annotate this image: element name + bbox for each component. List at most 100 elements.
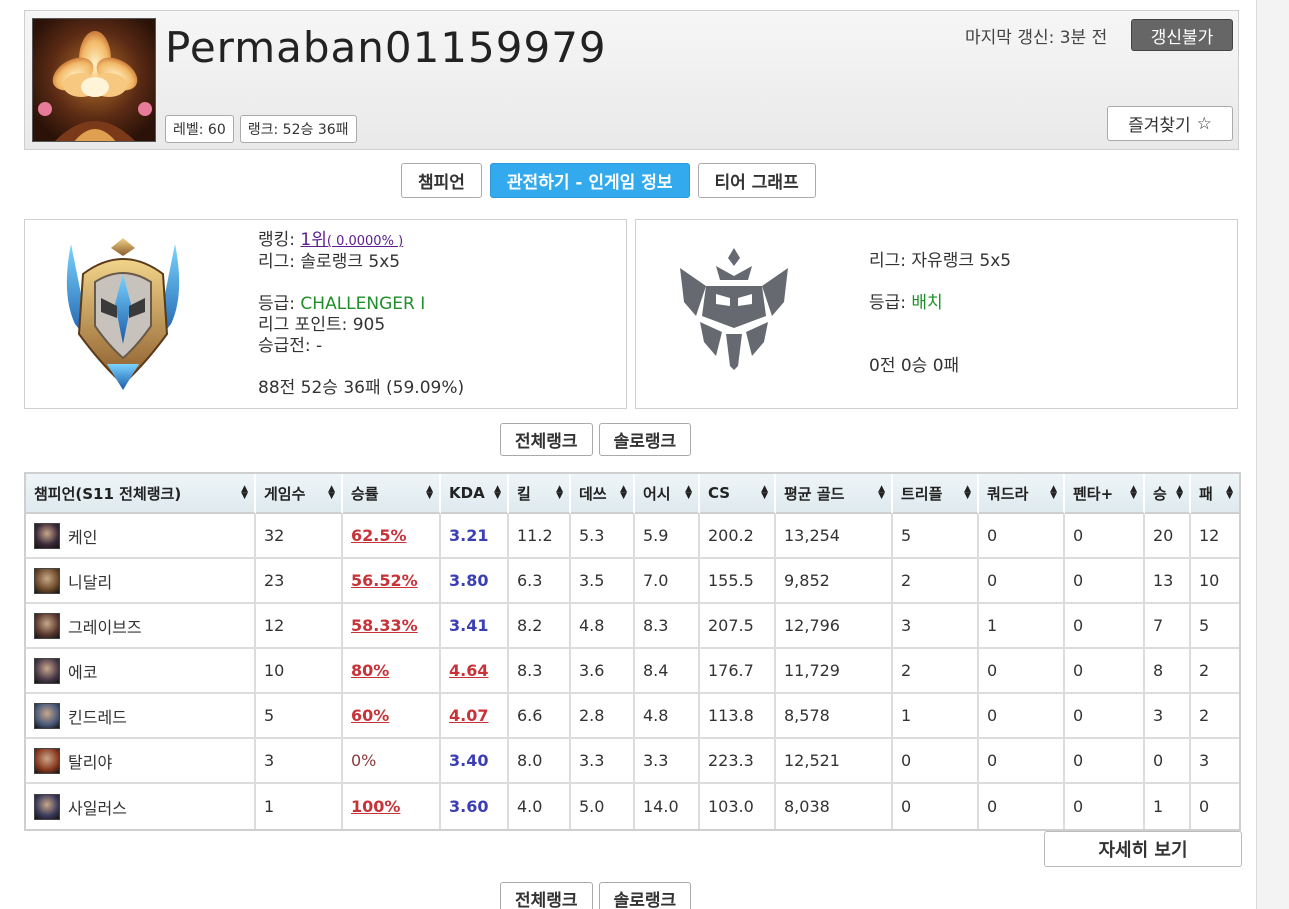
cell-winrate: 100%: [343, 784, 441, 829]
table-row[interactable]: 에코 10 80% 4.64 8.3 3.6 8.4 176.7 11,729 2 0 0 8 2: [26, 649, 1239, 694]
penta-value: 0: [1073, 706, 1084, 725]
flex-rank-panel: 리그: 자유랭크 5x5 등급: 배치 0전 0승 0패: [635, 219, 1238, 409]
all-rank-button-bottom[interactable]: 전체랭크: [500, 882, 593, 909]
header-col-games[interactable]: 게임수 ▲ ▼: [256, 474, 343, 514]
champion-stats-table: 챔피언(S11 전체랭크) ▲ ▼ 게임수 ▲ ▼ 승률 ▲ ▼ KDA ▲ ▼ 킬 ▲ ▼ 데쓰 ▲ ▼ 어시 ▲ ▼…: [24, 472, 1241, 831]
ranking-link[interactable]: 1위: [300, 230, 326, 250]
cell-games: 23: [256, 559, 343, 604]
cell-kda: 3.60: [441, 784, 509, 829]
table-row[interactable]: 킨드레드 5 60% 4.07 6.6 2.8 4.8 113.8 8,578 1 0 0 3 2: [26, 694, 1239, 739]
cell-cs: 207.5: [700, 604, 776, 649]
summoner-name: Permaban01159979: [165, 23, 607, 72]
favorite-button[interactable]: 즐겨찾기 ☆: [1107, 106, 1233, 141]
header-col-penta[interactable]: 펜타+ ▲ ▼: [1065, 474, 1145, 514]
header-col-assists[interactable]: 어시 ▲ ▼: [635, 474, 700, 514]
cell-champion: 탈리야: [26, 739, 256, 784]
table-row[interactable]: 탈리야 3 0% 3.40 8.0 3.3 3.3 223.3 12,521 0 0 0 0 3: [26, 739, 1239, 784]
sort-arrows-icon: ▲ ▼: [1050, 484, 1057, 501]
kda-value: 3.80: [449, 571, 489, 590]
assists-value: 8.3: [643, 616, 669, 635]
champion-portrait-icon: [34, 612, 60, 639]
scrollbar-track[interactable]: [1256, 0, 1289, 909]
quadra-value: 0: [987, 526, 998, 545]
header-col-winrate[interactable]: 승률 ▲ ▼: [343, 474, 441, 514]
cell-wins: 3: [1145, 694, 1191, 739]
league-text: 리그: 솔로랭크 5x5: [258, 252, 401, 272]
header-label: 승률: [351, 484, 379, 503]
table-row[interactable]: 그레이브즈 12 58.33% 3.41 8.2 4.8 8.3 207.5 12,796 3 1 0…: [26, 604, 1239, 649]
header-col-triple[interactable]: 트리플 ▲ ▼: [893, 474, 979, 514]
deaths-value: 5.0: [579, 797, 605, 816]
header-col-cs[interactable]: CS ▲ ▼: [700, 474, 776, 514]
page: Permaban01159979 레벨: 60 랭크: 52승 36패 마지막 …: [0, 0, 1289, 909]
header-col-losses[interactable]: 패 ▲ ▼: [1191, 474, 1239, 514]
all-rank-button[interactable]: 전체랭크: [500, 423, 593, 456]
profile-icon: [32, 18, 156, 142]
table-row[interactable]: 사일러스 1 100% 3.60 4.0 5.0 14.0 103.0 8,038 0 0 0 1 0: [26, 784, 1239, 829]
cell-wins: 1: [1145, 784, 1191, 829]
header-col-gold[interactable]: 평균 골드 ▲ ▼: [776, 474, 893, 514]
cell-losses: 5: [1191, 604, 1239, 649]
header-col-deaths[interactable]: 데쓰 ▲ ▼: [571, 474, 635, 514]
cell-quadra: 1: [979, 604, 1065, 649]
cell-champion: 사일러스: [26, 784, 256, 829]
cell-games: 1: [256, 784, 343, 829]
kda-value: 4.64: [449, 661, 489, 680]
gold-value: 8,038: [784, 797, 830, 816]
cell-winrate: 58.33%: [343, 604, 441, 649]
cell-games: 10: [256, 649, 343, 694]
header-col-kda[interactable]: KDA ▲ ▼: [441, 474, 509, 514]
kills-value: 4.0: [517, 797, 543, 816]
cs-value: 223.3: [708, 751, 754, 770]
cell-quadra: 0: [979, 784, 1065, 829]
sort-arrows-icon: ▲ ▼: [878, 484, 885, 501]
solo-rank-button[interactable]: 솔로랭크: [598, 423, 692, 456]
champion-portrait-icon: [34, 657, 60, 684]
last-update-text: 마지막 갱신: 3분 전: [965, 28, 1108, 48]
sort-arrows-icon: ▲ ▼: [426, 484, 433, 501]
header-col-quadra[interactable]: 쿼드라 ▲ ▼: [979, 474, 1065, 514]
champion-cell: 에코: [34, 657, 246, 684]
view-details-button[interactable]: 자세히 보기: [1044, 831, 1242, 867]
cell-penta: 0: [1065, 604, 1145, 649]
header-col-champion[interactable]: 챔피언(S11 전체랭크) ▲ ▼: [26, 474, 256, 514]
flex-league-text: 리그: 자유랭크 5x5: [869, 251, 1012, 271]
cell-deaths: 5.3: [571, 514, 635, 559]
cell-kills: 8.0: [509, 739, 571, 784]
assists-value: 5.9: [643, 526, 669, 545]
solo-rank-button-bottom[interactable]: 솔로랭크: [598, 882, 692, 909]
wins-value: 1: [1153, 797, 1164, 816]
refresh-button[interactable]: 갱신불가: [1131, 19, 1233, 51]
cell-gold: 9,852: [776, 559, 893, 604]
cell-cs: 200.2: [700, 514, 776, 559]
sort-arrows-icon: ▲ ▼: [1176, 484, 1183, 501]
cell-gold: 8,578: [776, 694, 893, 739]
solo-rank-info: 랭킹: 1위( 0.0000% ) 리그: 솔로랭크 5x5 등급: CHALL…: [258, 230, 464, 399]
tab-spectate-ingame[interactable]: 관전하기 - 인게임 정보: [489, 163, 690, 198]
cell-winrate: 0%: [343, 739, 441, 784]
cell-assists: 5.9: [635, 514, 700, 559]
gold-value: 9,852: [784, 571, 830, 590]
header-label: 킬: [517, 484, 531, 503]
champion-name: 케인: [68, 527, 98, 547]
deaths-value: 4.8: [579, 616, 605, 635]
cell-winrate: 80%: [343, 649, 441, 694]
table-row[interactable]: 니달리 23 56.52% 3.80 6.3 3.5 7.0 155.5 9,852 2 0 0 13 1…: [26, 559, 1239, 604]
cell-wins: 20: [1145, 514, 1191, 559]
cell-triple: 1: [893, 694, 979, 739]
triple-value: 0: [901, 797, 912, 816]
header-col-wins[interactable]: 승 ▲ ▼: [1145, 474, 1191, 514]
penta-value: 0: [1073, 797, 1084, 816]
cs-value: 200.2: [708, 526, 754, 545]
cell-wins: 7: [1145, 604, 1191, 649]
cs-value: 207.5: [708, 616, 754, 635]
cell-gold: 11,729: [776, 649, 893, 694]
tab-tier-graph[interactable]: 티어 그래프: [697, 163, 816, 198]
flex-rank-info: 리그: 자유랭크 5x5 등급: 배치 0전 0승 0패: [869, 251, 1011, 377]
ranking-percent-link[interactable]: ( 0.0000% ): [327, 234, 403, 249]
tab-champion[interactable]: 챔피언: [401, 163, 482, 198]
cell-games: 32: [256, 514, 343, 559]
cell-cs: 155.5: [700, 559, 776, 604]
table-row[interactable]: 케인 32 62.5% 3.21 11.2 5.3 5.9 200.2 13,254 5 0 0 20 1…: [26, 514, 1239, 559]
header-col-kills[interactable]: 킬 ▲ ▼: [509, 474, 571, 514]
